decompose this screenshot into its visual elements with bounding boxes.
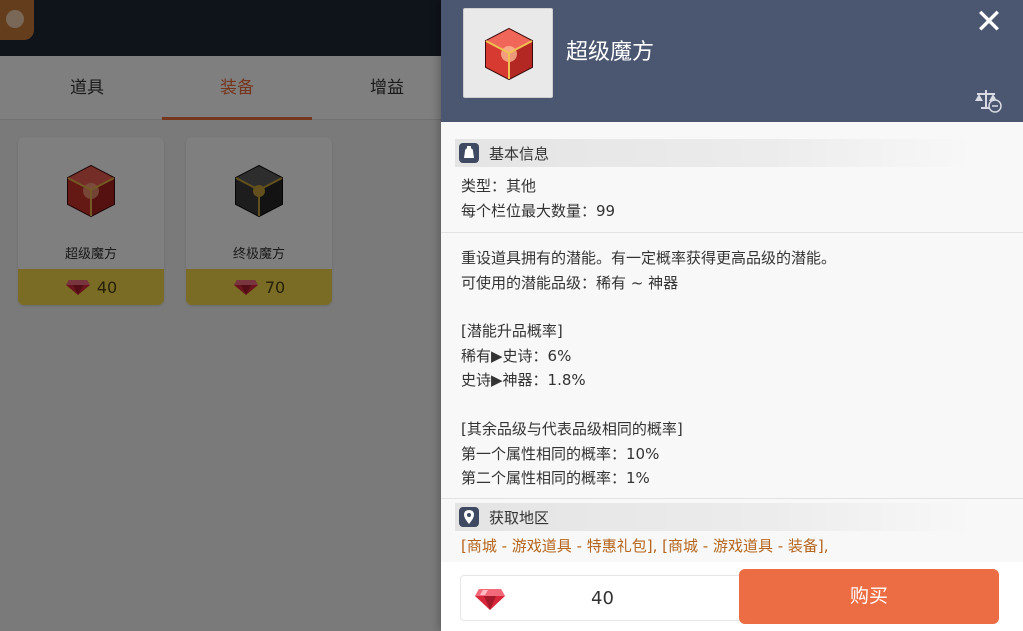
bag-icon	[459, 143, 479, 163]
close-icon[interactable]: ✕	[967, 2, 1011, 42]
location-links[interactable]: [商城 - 游戏道具 - 特惠礼包], [商城 - 游戏道具 - 装备],	[461, 534, 829, 558]
item-type: 类型：其他	[461, 177, 537, 195]
purchase-bar: 40 购买	[441, 562, 1023, 631]
basic-info-header: 基本信息	[455, 139, 975, 167]
divider	[441, 498, 1023, 499]
description-line: 第二个属性相同的概率：1%	[461, 469, 650, 487]
description-line: 可使用的潜能品级：稀有 ~ 神器	[461, 274, 679, 292]
divider	[441, 232, 1023, 233]
item-thumbnail	[463, 8, 553, 98]
item-detail-panel: 超级魔方 ✕ 基本信息 类型：其他 每个栏位最大数量：99 重设道具拥有的潜能。…	[441, 0, 1023, 631]
section-title: 基本信息	[489, 144, 550, 163]
buy-button[interactable]: 购买	[739, 569, 999, 624]
price-total: 40	[591, 588, 614, 609]
quantity-field[interactable]: 40	[460, 575, 745, 621]
panel-body[interactable]: 基本信息 类型：其他 每个栏位最大数量：99 重设道具拥有的潜能。有一定概率获得…	[441, 122, 1023, 562]
description-line: [其余品级与代表品级相同的概率]	[461, 420, 683, 438]
description-line: 史诗▶神器：1.8%	[461, 371, 586, 389]
red-cube-icon	[485, 27, 533, 81]
location-header: 获取地区	[455, 503, 975, 531]
item-title: 超级魔方	[566, 40, 655, 65]
compare-scale-icon[interactable]	[973, 86, 1003, 114]
description-line: 重设道具拥有的潜能。有一定概率获得更高品级的潜能。	[461, 249, 837, 267]
description-line: 稀有▶史诗：6%	[461, 347, 572, 365]
description-line: 第一个属性相同的概率：10%	[461, 445, 660, 463]
location-pin-icon	[459, 507, 479, 527]
description-line: [潜能升品概率]	[461, 322, 563, 340]
panel-header: 超级魔方 ✕	[441, 0, 1023, 122]
section-title: 获取地区	[489, 508, 550, 527]
item-max-stack: 每个栏位最大数量：99	[461, 202, 616, 220]
